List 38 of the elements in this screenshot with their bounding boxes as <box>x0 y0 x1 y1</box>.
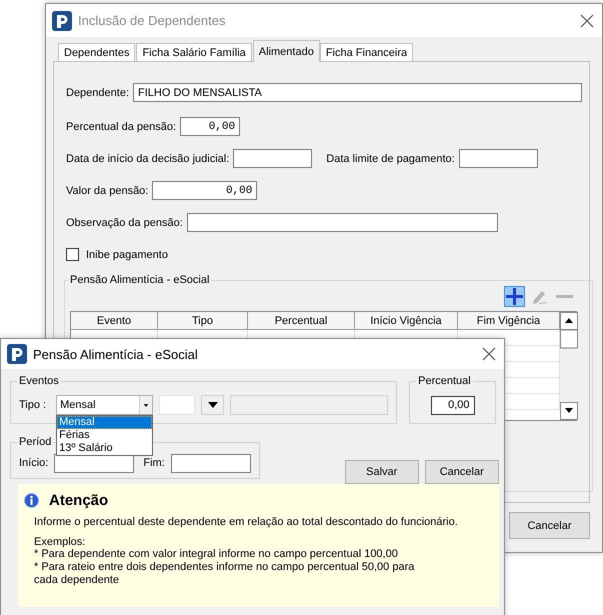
input-field[interactable]: 0,00 <box>430 396 475 414</box>
field-label: Observação da pensão: <box>66 216 183 228</box>
column-header[interactable]: Início Vigência <box>355 312 458 329</box>
tab[interactable]: Ficha Salário Família <box>136 43 252 62</box>
field-label: Início: <box>19 457 48 469</box>
input-field[interactable]: 0,00 <box>152 181 258 200</box>
group-title: Percentual <box>417 375 472 387</box>
save-button[interactable]: Salvar <box>344 460 419 484</box>
checkbox-label: Inibe pagamento <box>86 248 168 260</box>
field-label: Percentual da pensão: <box>66 120 176 132</box>
column-header[interactable]: Percentual <box>248 312 355 329</box>
input-field[interactable]: FILHO DO MENSALISTA <box>133 83 582 102</box>
dialog-title: Pensão Alimentícia - eSocial <box>33 346 199 362</box>
field-label: Fim: <box>143 457 165 469</box>
column-header[interactable]: Tipo <box>158 312 248 329</box>
column-header[interactable]: Evento <box>71 312 158 329</box>
input-field[interactable]: 0,00 <box>180 117 240 136</box>
example-item: * Para rateio entre dois dependentes informe no campo percentual 50,00 para cada dependente <box>34 561 416 587</box>
notice-title: Atenção <box>49 492 108 509</box>
tab[interactable]: Ficha Financeira <box>320 43 414 62</box>
window-title: Inclusão de Dependentes <box>78 13 226 28</box>
tab[interactable]: Dependentes <box>58 43 136 62</box>
field-label: Data de início da decisão judicial: <box>66 152 230 164</box>
field-label: Dependente: <box>66 86 129 98</box>
field-label: Data limite de pagamento: <box>326 152 455 164</box>
group-title: Períod <box>18 436 52 448</box>
field-label: Tipo : <box>19 399 46 411</box>
cancel-button[interactable]: Cancelar <box>424 460 499 484</box>
example-item: * Para dependente com valor integral informe no campo percentual 100,00 <box>34 548 399 561</box>
cancel-button[interactable]: Cancelar <box>509 512 590 539</box>
field-label: Valor da pensão: <box>66 184 148 196</box>
dropdown-option[interactable]: Mensal <box>57 416 152 429</box>
group-title: Pensão Alimentícia - eSocial <box>69 274 210 286</box>
tab[interactable]: Alimentado <box>252 40 320 62</box>
notice-text: Exemplos: <box>34 536 86 548</box>
notice-text: Informe o percentual deste dependente em relação ao total descontado do funcionário. <box>34 516 459 528</box>
group-title: Eventos <box>18 375 60 387</box>
type-dropdown[interactable]: Mensal <box>56 395 154 415</box>
